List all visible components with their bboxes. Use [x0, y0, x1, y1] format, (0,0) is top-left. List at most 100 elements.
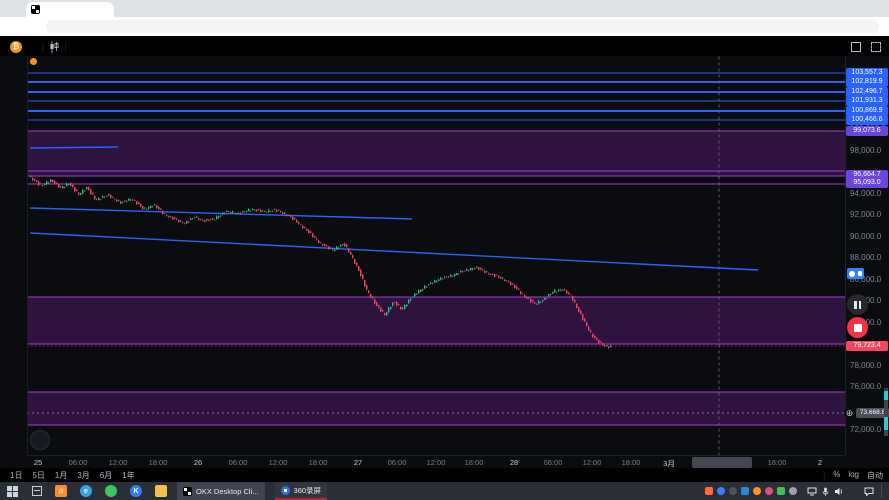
trendline: [30, 147, 118, 148]
price-axis-label: 90,000.0: [850, 232, 881, 241]
tray-app-icon[interactable]: [705, 487, 713, 495]
browser-tab-strip: [0, 0, 889, 17]
range-button-1年[interactable]: 1年: [122, 470, 134, 481]
time-axis-label: 18:00: [149, 458, 168, 467]
time-axis-label: 27: [354, 458, 362, 467]
candlestick-chart[interactable]: [27, 56, 845, 455]
trendline: [30, 208, 412, 219]
recorder-pause-button[interactable]: [847, 294, 868, 315]
360-safety-app-icon: ☆: [55, 485, 67, 497]
recorder-camera-icon[interactable]: [847, 268, 864, 279]
time-axis-label: 28: [510, 458, 518, 467]
file-explorer-app[interactable]: [155, 485, 167, 497]
time-axis-label: 12:00: [109, 458, 128, 467]
range-button-3月[interactable]: 3月: [77, 470, 89, 481]
browser-tab[interactable]: [26, 2, 114, 17]
tray-app-icons: [705, 487, 797, 495]
price-axis-label: 72,000.0: [850, 425, 881, 434]
price-axis-label: 94,000.0: [850, 189, 881, 198]
tray-app-icon[interactable]: [765, 487, 773, 495]
time-axis-label: 12:00: [583, 458, 602, 467]
360-recorder-window[interactable]: 360录屏: [275, 482, 328, 500]
360-safety-app[interactable]: ☆: [55, 485, 67, 497]
trendline: [30, 233, 758, 270]
fullscreen-icon[interactable]: [871, 42, 881, 52]
notification-icon[interactable]: [864, 487, 874, 496]
tray-app-icon[interactable]: [717, 487, 725, 495]
time-axis[interactable]: 25 06:00 12:00 18:00 26 06:00 12:00 18:00 27 06:0…: [27, 455, 845, 469]
alert-eye-icon[interactable]: ⊕: [844, 408, 855, 419]
divider: |: [64, 42, 66, 52]
time-axis-label: 18:00: [622, 458, 641, 467]
time-axis-label: 12:00: [427, 458, 446, 467]
divider: |: [823, 471, 825, 480]
time-axis-label: 06:00: [544, 458, 563, 467]
time-axis-label: 26: [194, 458, 202, 467]
okx-app-icon: K: [130, 485, 142, 497]
time-axis-label: 06:00: [229, 458, 248, 467]
okx-app[interactable]: K: [130, 485, 142, 497]
range-button-1月[interactable]: 1月: [55, 470, 67, 481]
price-axis-label: 92,000.0: [850, 210, 881, 219]
time-axis-label: 18:00: [309, 458, 328, 467]
speaker-icon[interactable]: [834, 487, 844, 496]
price-level-badge: 79,723.4: [846, 341, 888, 351]
recorder-stop-button[interactable]: [847, 317, 868, 338]
tradingview-watermark-icon[interactable]: [30, 430, 50, 450]
show-desktop-button[interactable]: [881, 484, 885, 498]
crosshair-time-badge: [692, 457, 752, 468]
edge-browser-app[interactable]: e: [80, 485, 92, 497]
tray-app-icon[interactable]: [789, 487, 797, 495]
candle-style-icon[interactable]: [49, 41, 59, 53]
range-button-1日[interactable]: 1日: [10, 470, 22, 481]
highlight-band: [27, 131, 845, 176]
price-level-badge: 95,093.0: [846, 178, 888, 188]
time-axis-label: 18:00: [768, 458, 787, 467]
task-view-icon[interactable]: [32, 486, 42, 496]
range-button-6月[interactable]: 6月: [100, 470, 112, 481]
price-axis-label: 98,000.0: [850, 146, 881, 155]
tray-app-icon[interactable]: [777, 487, 785, 495]
okx-desktop-client-window-label: OKX Desktop Cli...: [196, 487, 259, 496]
price-axis-label: 88,000.0: [850, 253, 881, 262]
highlight-band: [27, 297, 845, 344]
okx-desktop-client-window-icon: [183, 487, 192, 496]
scale-button-自动[interactable]: 自动: [867, 470, 883, 481]
system-tray: [705, 484, 885, 498]
360-recorder-window-label: 360录屏: [294, 485, 322, 496]
popout-icon[interactable]: [851, 42, 861, 52]
edge-browser-app-icon: e: [80, 485, 92, 497]
tray-app-icon[interactable]: [753, 487, 761, 495]
scale-button-%[interactable]: %: [833, 470, 840, 481]
price-level-badge: 102,819.9: [846, 77, 888, 87]
okx-desktop-client-window[interactable]: OKX Desktop Cli...: [177, 482, 265, 500]
time-axis-label: 12:00: [269, 458, 288, 467]
symbol-dot-icon: [30, 58, 37, 65]
divider: [27, 56, 28, 455]
time-axis-label: 25: [34, 458, 42, 467]
scrollbar[interactable]: [884, 388, 888, 436]
highlight-band: [27, 392, 845, 425]
price-level-badge: 101,931.3: [846, 96, 888, 106]
tray-app-icon[interactable]: [729, 487, 737, 495]
time-axis-label: 06:00: [69, 458, 88, 467]
chart-header: ₿ | |: [0, 38, 889, 56]
360-recorder-window-icon: [281, 486, 290, 495]
price-level-badge: 99,073.6: [846, 126, 888, 136]
start-button[interactable]: [7, 486, 18, 497]
address-bar[interactable]: [46, 20, 879, 33]
time-axis-label: 18:00: [465, 458, 484, 467]
desktop-screen: ₿ | | 72,000.076,000.078,000.082,000.084…: [0, 0, 889, 500]
tray-app-icon[interactable]: [741, 487, 749, 495]
file-explorer-app-icon: [155, 485, 167, 497]
scale-button-log[interactable]: log: [848, 470, 859, 481]
network-icon[interactable]: [807, 487, 817, 496]
microphone-icon[interactable]: [822, 487, 829, 496]
price-axis-label: 76,000.0: [850, 382, 881, 391]
360-browser-app[interactable]: [105, 485, 117, 497]
time-axis-label: 06:00: [388, 458, 407, 467]
btc-logo-icon: ₿: [10, 41, 22, 53]
taskbar-apps: ☆ e K: [42, 485, 167, 497]
range-button-5日[interactable]: 5日: [32, 470, 44, 481]
price-level-badge: 100,466.6: [846, 115, 888, 125]
